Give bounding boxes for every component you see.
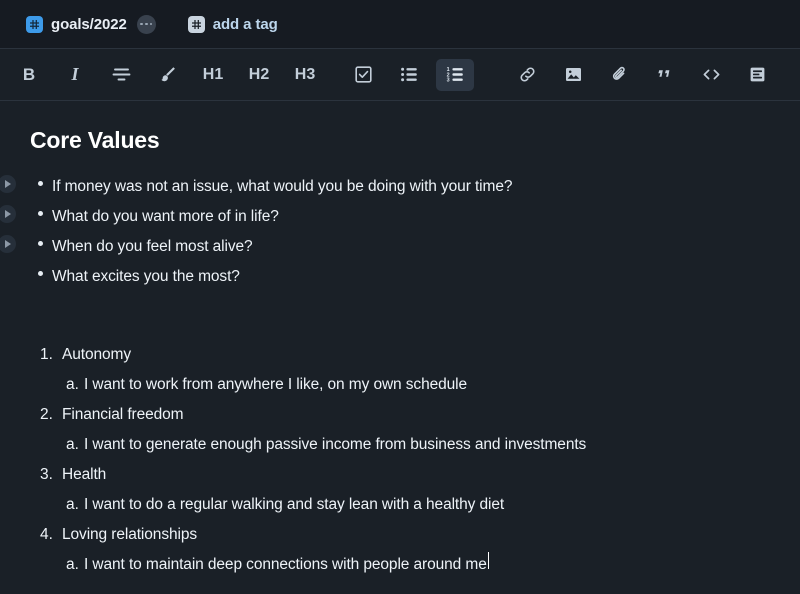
fold-toggle-icon[interactable] <box>0 235 16 253</box>
heading3-button[interactable]: H3 <box>286 59 324 91</box>
svg-text:3: 3 <box>446 78 449 84</box>
list-item-label: I want to work from anywhere I like, on … <box>84 376 468 393</box>
list-item[interactable]: 2. Financial freedom <box>30 400 770 430</box>
note-content-area[interactable]: Core Values If money was not an issue, w… <box>0 101 800 594</box>
bullet-point-icon <box>38 211 43 216</box>
list-item[interactable]: 1. Autonomy <box>30 340 770 370</box>
list-marker: a. <box>66 496 79 513</box>
add-tag-label: add a tag <box>212 15 278 33</box>
toolbar-group-history <box>794 49 800 100</box>
bullet-point-icon <box>38 181 43 186</box>
bullet-list-button[interactable] <box>390 59 428 91</box>
fold-toggle-icon[interactable] <box>0 175 16 193</box>
list-item[interactable]: a. I want to generate enough passive inc… <box>30 430 770 460</box>
list-item-label: Loving relationships <box>62 526 198 543</box>
bullet-point-icon <box>38 241 43 246</box>
numbered-list-button[interactable]: 1 2 3 <box>436 58 474 91</box>
list-item-label: What excites you the most? <box>52 268 240 285</box>
list-marker: 2. <box>40 406 53 423</box>
strikethrough-icon <box>112 65 131 84</box>
list-item-label: If money was not an issue, what would yo… <box>52 178 513 195</box>
document-icon <box>748 65 767 84</box>
list-item-label: I want to maintain deep connections with… <box>84 556 487 573</box>
page-title: Core Values <box>30 127 160 153</box>
add-tag-button[interactable]: add a tag <box>187 15 278 33</box>
list-item-label: Autonomy <box>62 346 131 363</box>
heading2-button[interactable]: H2 <box>240 59 278 91</box>
image-icon <box>564 65 583 84</box>
list-item[interactable]: What do you want more of in life? <box>0 202 770 232</box>
heading1-button[interactable]: H1 <box>194 59 232 91</box>
toolbar-group-formatting: B I H1 H2 H3 <box>0 49 328 100</box>
list-marker: a. <box>66 436 79 453</box>
list-item[interactable]: If money was not an issue, what would yo… <box>0 172 770 202</box>
numbered-list-icon: 1 2 3 <box>446 65 465 84</box>
text-cursor <box>487 552 490 569</box>
ellipsis-dot <box>140 22 143 26</box>
bold-icon: B <box>22 64 36 84</box>
checkbox-icon <box>354 65 373 84</box>
list-item[interactable]: a. I want to maintain deep connections w… <box>30 550 770 580</box>
bullet-point-icon <box>38 271 43 276</box>
tag-label: goals/2022 <box>51 15 127 33</box>
list-marker: 4. <box>40 526 53 543</box>
brush-icon <box>158 65 177 84</box>
bullet-list-icon <box>400 65 419 84</box>
list-marker: a. <box>66 376 79 393</box>
formatting-toolbar: B I H1 H2 H3 1 2 3 <box>0 48 800 101</box>
italic-icon: I <box>71 64 79 84</box>
list-item[interactable]: a. I want to do a regular walking and st… <box>30 490 770 520</box>
numbered-list: 1. Autonomy a. I want to work from anywh… <box>30 340 770 580</box>
list-item-label: I want to do a regular walking and stay … <box>84 496 505 513</box>
list-marker: a. <box>66 556 79 573</box>
attachment-button[interactable] <box>600 59 638 91</box>
hash-icon <box>187 15 205 33</box>
tag-goals-2022[interactable]: goals/2022 <box>26 15 127 33</box>
toolbar-group-insert <box>490 49 780 100</box>
list-item-label: What do you want more of in life? <box>52 208 279 225</box>
paperclip-icon <box>610 65 629 84</box>
list-item[interactable]: 4. Loving relationships <box>30 520 770 550</box>
code-icon <box>702 65 721 84</box>
empty-paragraph[interactable] <box>30 292 770 340</box>
code-button[interactable] <box>692 59 730 91</box>
link-button[interactable] <box>508 59 546 91</box>
highlight-button[interactable] <box>148 59 186 91</box>
ellipsis-dot <box>149 22 153 26</box>
ellipsis-dot <box>144 22 148 26</box>
list-item-label: When do you feel most alive? <box>52 238 253 255</box>
bullet-list: If money was not an issue, what would yo… <box>0 172 770 292</box>
list-item[interactable]: What excites you the most? <box>30 262 770 292</box>
text-block-button[interactable] <box>738 59 776 91</box>
quote-button[interactable] <box>646 59 684 91</box>
link-icon <box>518 65 537 84</box>
note-editor-app: goals/2022 add a tag B I H1 H2 H3 1 2 3 … <box>0 0 800 594</box>
list-marker: 3. <box>40 466 53 483</box>
h3-icon: H3 <box>294 65 316 83</box>
fold-toggle-icon[interactable] <box>0 205 16 223</box>
list-marker: 1. <box>40 346 53 363</box>
bold-button[interactable]: B <box>10 59 48 91</box>
list-item[interactable]: a. I want to work from anywhere I like, … <box>30 370 770 400</box>
hash-icon <box>26 15 43 33</box>
h1-icon: H1 <box>202 65 224 83</box>
list-item-label: Health <box>62 466 107 483</box>
task-list-button[interactable] <box>344 59 382 91</box>
list-item[interactable]: When do you feel most alive? <box>0 232 770 262</box>
image-button[interactable] <box>554 59 592 91</box>
toolbar-group-lists: 1 2 3 <box>328 49 478 100</box>
h2-icon: H2 <box>248 65 270 83</box>
italic-button[interactable]: I <box>56 59 94 91</box>
list-item-label: I want to generate enough passive income… <box>84 436 587 453</box>
quote-icon <box>656 65 675 84</box>
list-item-label: Financial freedom <box>62 406 184 423</box>
list-item[interactable]: 3. Health <box>30 460 770 490</box>
tag-bar: goals/2022 add a tag <box>0 0 800 48</box>
tag-more-button[interactable] <box>136 14 156 34</box>
strikethrough-button[interactable] <box>102 59 140 91</box>
